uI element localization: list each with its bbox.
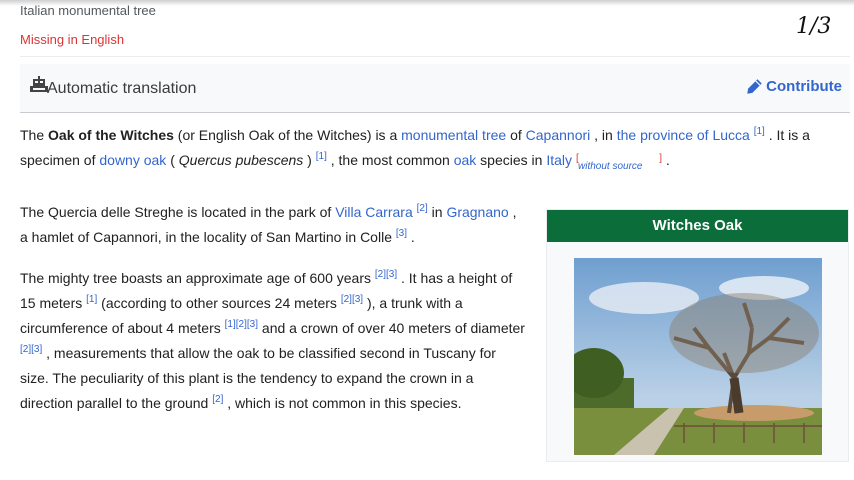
paragraph-description: The mighty tree boasts an approximate ag… xyxy=(20,266,525,416)
link-oak[interactable]: oak xyxy=(454,152,477,168)
text: , in xyxy=(590,127,617,143)
citation-ref[interactable]: [2] xyxy=(212,394,223,405)
pencil-icon xyxy=(747,79,762,94)
text: in xyxy=(427,204,447,220)
text: . xyxy=(407,229,415,245)
automatic-translation-bar: Automatic translation Contribute xyxy=(20,64,850,113)
paragraph-intro: The Oak of the Witches (or English Oak o… xyxy=(20,123,854,173)
link-province-of-lucca[interactable]: the province of Lucca xyxy=(617,127,750,143)
citation-ref[interactable]: [1] xyxy=(754,126,765,137)
link-capannori[interactable]: Capannori xyxy=(526,127,591,143)
text: species in xyxy=(476,152,547,168)
text: ( xyxy=(166,152,179,168)
infobox-title: Witches Oak xyxy=(547,210,848,242)
paragraph-location: The Quercia delle Streghe is located in … xyxy=(20,200,525,250)
text: (according to other sources 24 meters xyxy=(97,295,341,311)
contribute-label: Contribute xyxy=(766,78,842,95)
link-gragnano[interactable]: Gragnano xyxy=(446,204,508,220)
link-monumental-tree[interactable]: monumental tree xyxy=(401,127,506,143)
text: ) xyxy=(303,152,316,168)
link-downy-oak[interactable]: downy oak xyxy=(99,152,166,168)
infobox-image[interactable] xyxy=(574,258,822,455)
divider xyxy=(20,56,850,57)
citation-ref[interactable]: [3] xyxy=(31,344,42,355)
infobox: Witches Oak xyxy=(546,209,849,462)
text: (or English Oak of the Witches) is a xyxy=(173,127,402,143)
text: . xyxy=(662,152,670,168)
missing-language-notice[interactable]: Missing in English xyxy=(20,32,124,47)
citation-ref[interactable]: [3] xyxy=(247,319,258,330)
text: The xyxy=(20,127,49,143)
text: , which is not common in this species. xyxy=(223,395,462,411)
citation-ref[interactable]: [3] xyxy=(386,269,397,280)
citation-ref[interactable]: [2] xyxy=(375,269,386,280)
text: and a crown of over 40 meters of diamete… xyxy=(258,320,525,336)
citation-ref[interactable]: [2] xyxy=(417,203,428,214)
citation-ref[interactable]: [2] xyxy=(20,344,31,355)
text: , the most common xyxy=(326,152,454,168)
link-italy[interactable]: Italy xyxy=(546,152,572,168)
citation-ref[interactable]: [2] xyxy=(236,319,247,330)
article-title-bold: Oak of the Witches xyxy=(48,127,174,143)
citation-ref[interactable]: [1] xyxy=(316,151,327,162)
translation-label: Automatic translation xyxy=(47,80,197,97)
contribute-button[interactable]: Contribute xyxy=(746,78,842,95)
citation-ref[interactable]: [1] xyxy=(86,294,97,305)
text: of xyxy=(506,127,526,143)
link-villa-carrara[interactable]: Villa Carrara xyxy=(335,204,413,220)
citation-ref[interactable]: [2] xyxy=(341,294,352,305)
page-counter: 1/3 xyxy=(796,14,832,39)
citation-ref[interactable]: [3] xyxy=(352,294,363,305)
bracket-close: ] xyxy=(659,153,663,164)
tree-photo-illustration xyxy=(574,258,822,455)
citation-ref[interactable]: [1] xyxy=(225,319,236,330)
text: The mighty tree boasts an approximate ag… xyxy=(20,270,375,286)
text: The Quercia delle Streghe is located in … xyxy=(20,204,336,220)
without-source-label: without source xyxy=(578,161,643,172)
without-source-tag[interactable]: [without source] xyxy=(576,148,662,173)
article-subtitle: Italian monumental tree xyxy=(20,3,156,18)
scientific-name: Quercus pubescens xyxy=(178,152,304,168)
citation-ref[interactable]: [3] xyxy=(396,228,407,239)
robot-icon xyxy=(30,76,48,92)
